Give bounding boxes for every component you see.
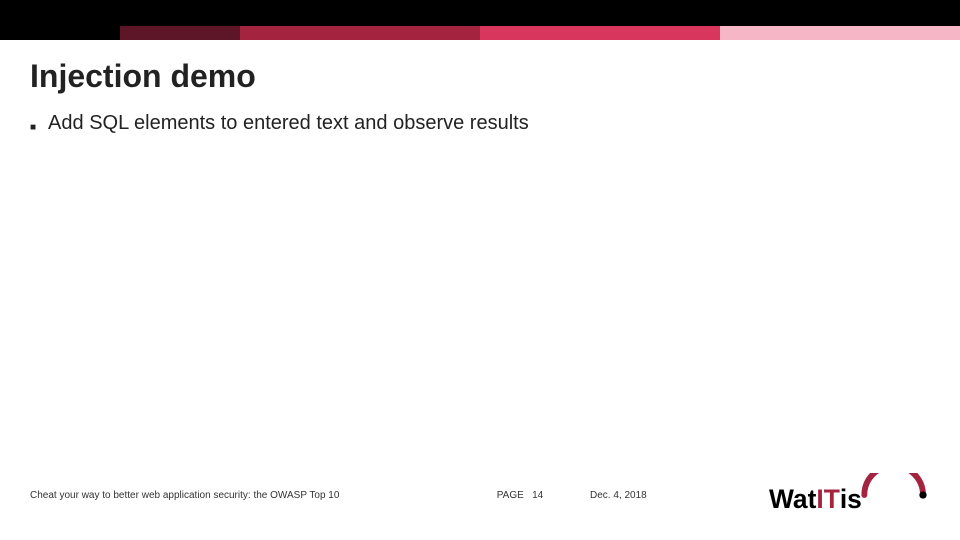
- logo-text-it: IT: [816, 484, 839, 514]
- footer-page: PAGE 14: [450, 490, 590, 501]
- stripe-seg-2: [120, 26, 240, 40]
- stripe-seg-1: [0, 26, 120, 40]
- footer-page-number: 14: [532, 490, 543, 501]
- footer: Cheat your way to better web application…: [30, 470, 930, 520]
- footer-page-label: PAGE: [497, 490, 524, 501]
- footer-presentation-title: Cheat your way to better web application…: [30, 490, 450, 501]
- logo-text-wat: Wat: [769, 484, 817, 514]
- slide-title: Injection demo: [30, 58, 256, 95]
- header-black-bar: [0, 0, 960, 26]
- slide: Injection demo ■ Add SQL elements to ent…: [0, 0, 960, 540]
- footer-logo: WatITis: [730, 473, 930, 517]
- bullet-text: Add SQL elements to entered text and obs…: [48, 112, 529, 135]
- svg-text:WatITis: WatITis: [769, 484, 862, 514]
- bullet-item: ■ Add SQL elements to entered text and o…: [30, 112, 930, 138]
- watitis-logo-icon: WatITis: [769, 473, 930, 517]
- bullet-marker-icon: ■: [30, 112, 36, 138]
- logo-text-is: is: [840, 484, 862, 514]
- header-color-stripe: [0, 26, 960, 40]
- footer-date: Dec. 4, 2018: [590, 490, 730, 501]
- content-area: ■ Add SQL elements to entered text and o…: [30, 112, 930, 138]
- stripe-seg-3: [240, 26, 480, 40]
- stripe-seg-4: [480, 26, 720, 40]
- stripe-seg-5: [720, 26, 960, 40]
